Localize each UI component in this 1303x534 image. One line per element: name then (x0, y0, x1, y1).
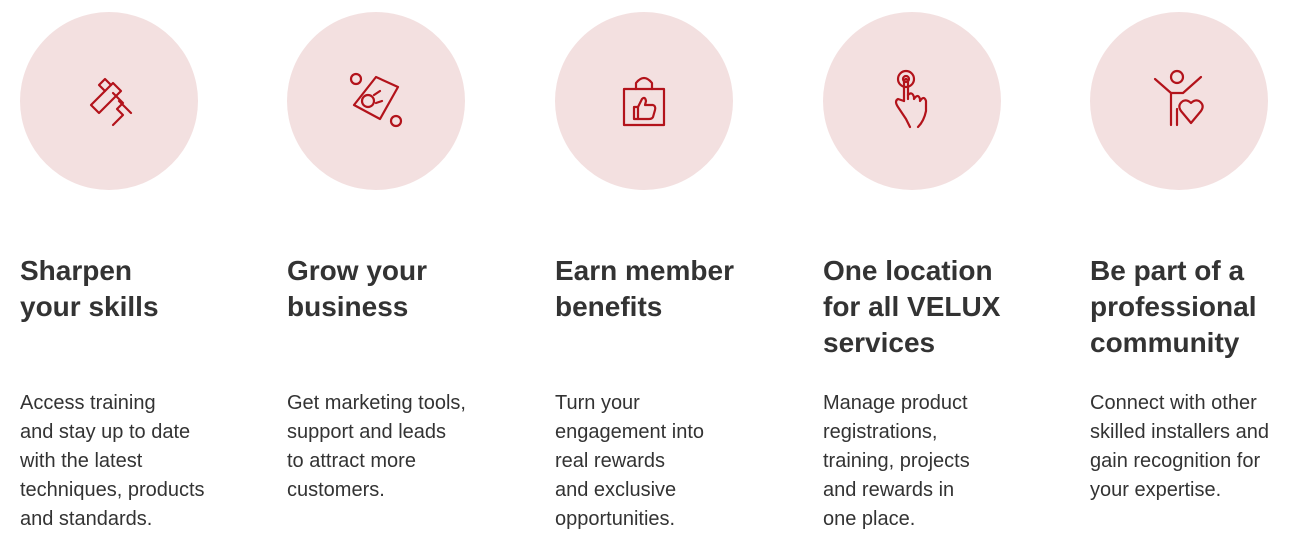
feature-description: Get marketing tools, support and leads t… (287, 392, 466, 501)
feature-title: Grow your business (287, 255, 428, 322)
icon-circle (287, 12, 465, 190)
shopping-bag-thumbs-up-icon (622, 76, 666, 127)
hammer-icon (89, 77, 133, 127)
feature-description: Manage product registrations, training, … (823, 392, 970, 530)
feature-title: One location for all VELUX services (823, 255, 1001, 358)
feature-title: Earn member benefits (555, 255, 734, 322)
feature-title: Sharpen your skills (20, 255, 159, 322)
discount-tag-icon (349, 72, 403, 128)
feature-description: Turn your engagement into real rewards a… (555, 392, 705, 530)
feature-description: Access training and stay up to date with… (20, 392, 205, 530)
feature-description: Connect with other skilled installers an… (1090, 392, 1269, 501)
icon-circle (1090, 12, 1268, 190)
person-heart-icon (1153, 69, 1204, 127)
icon-circle (555, 12, 733, 190)
icon-circle (823, 12, 1001, 190)
pointing-hand-icon (894, 69, 928, 129)
feature-title: Be part of a professional community (1090, 255, 1257, 358)
icon-circle (20, 12, 198, 190)
